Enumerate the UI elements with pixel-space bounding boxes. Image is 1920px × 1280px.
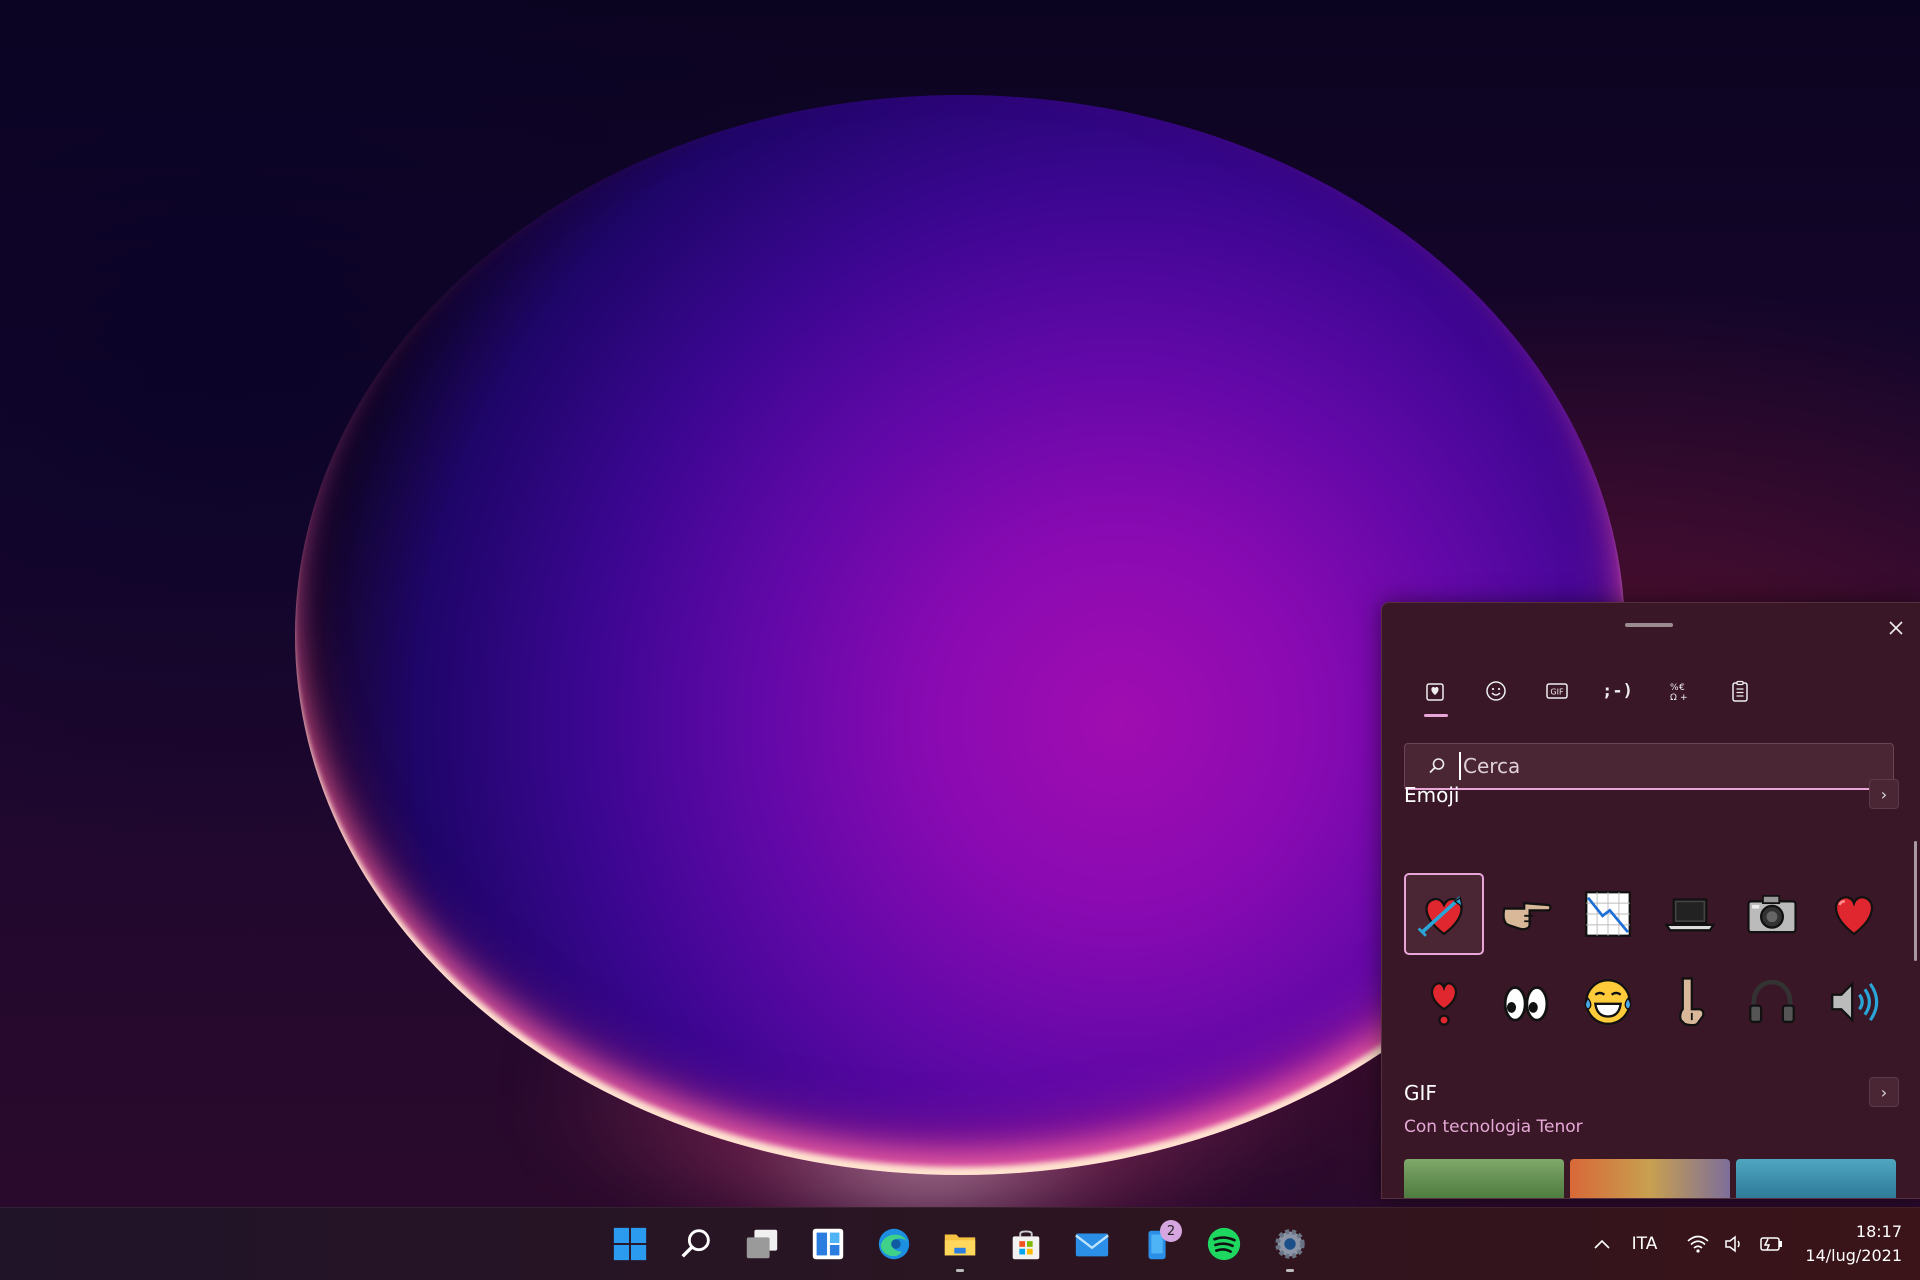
svg-text:%: % xyxy=(1670,683,1679,693)
chevron-right-icon: › xyxy=(1880,784,1888,804)
taskbar-task-view[interactable] xyxy=(736,1218,788,1270)
mail-icon xyxy=(1075,1233,1109,1257)
gif-icon: GIF xyxy=(1545,683,1568,699)
emoji-heart-arrow[interactable] xyxy=(1404,873,1484,955)
panel-scrollbar[interactable] xyxy=(1914,841,1917,961)
panel-tabs: GIF ;-) % € Ω + xyxy=(1404,669,1770,717)
taskbar-widgets[interactable] xyxy=(802,1218,854,1270)
taskbar-start[interactable] xyxy=(604,1218,656,1270)
battery-charging-icon xyxy=(1760,1237,1783,1251)
search-icon xyxy=(1429,758,1445,774)
tab-symbols[interactable]: % € Ω + xyxy=(1648,669,1709,713)
chevron-up-icon xyxy=(1594,1239,1610,1249)
taskbar-spotify[interactable] xyxy=(1198,1218,1250,1270)
close-icon xyxy=(1889,621,1903,635)
emoji-chart-decreasing[interactable] xyxy=(1568,873,1648,955)
network-status[interactable] xyxy=(1679,1234,1717,1254)
store-icon xyxy=(1012,1230,1040,1260)
emoji-red-heart[interactable] xyxy=(1814,873,1894,955)
gif-section-title: GIF xyxy=(1404,1081,1437,1105)
task-view-icon xyxy=(746,1229,778,1259)
svg-text:€: € xyxy=(1679,683,1685,693)
gif-thumbnail[interactable] xyxy=(1736,1159,1896,1198)
emoji-speaker-high-volume[interactable] xyxy=(1814,961,1894,1043)
input-language[interactable]: ITA xyxy=(1632,1234,1658,1254)
gif-thumbnail[interactable] xyxy=(1570,1159,1730,1198)
clock[interactable]: 18:17 14/lug/2021 xyxy=(1805,1220,1902,1268)
svg-text:+: + xyxy=(1680,693,1688,703)
battery-status[interactable] xyxy=(1751,1235,1789,1253)
close-button[interactable] xyxy=(1881,613,1911,643)
show-hidden-icons[interactable] xyxy=(1582,1238,1622,1250)
taskbar-edge[interactable] xyxy=(868,1218,920,1270)
emoji-tears-of-joy[interactable] xyxy=(1568,961,1648,1043)
emoji-panel: GIF ;-) %€Ω+ Emoji › xyxy=(1381,602,1920,1199)
taskbar: 2 ITA 18:17 14/lug/2021 xyxy=(0,1207,1920,1280)
gif-provider-label: Con tecnologia Tenor xyxy=(1404,1117,1583,1137)
emoji-pointing-down[interactable] xyxy=(1650,961,1730,1043)
notification-badge: 2 xyxy=(1160,1220,1182,1242)
emoji-grid xyxy=(1404,873,1894,1049)
chevron-right-icon: › xyxy=(1880,1082,1888,1102)
tab-gif[interactable]: GIF xyxy=(1526,669,1587,713)
wifi-icon xyxy=(1687,1235,1709,1253)
smiley-icon xyxy=(1485,681,1506,701)
volume-control[interactable] xyxy=(1717,1234,1751,1254)
taskbar-store[interactable] xyxy=(1000,1218,1052,1270)
emoji-heart-exclamation[interactable] xyxy=(1404,961,1484,1043)
emoji-section-title: Emoji xyxy=(1404,783,1460,807)
symbols-icon: % €Ω + xyxy=(1670,683,1688,703)
kaomoji-icon: ;-) xyxy=(1602,681,1633,701)
emoji-search-box[interactable] xyxy=(1404,743,1894,790)
clock-time: 18:17 xyxy=(1855,1222,1902,1241)
svg-text:GIF: GIF xyxy=(1550,688,1564,697)
taskbar-phone[interactable]: 2 xyxy=(1132,1218,1184,1270)
widgets-icon xyxy=(812,1228,844,1260)
taskbar-mail[interactable] xyxy=(1066,1218,1118,1270)
tab-clipboard[interactable] xyxy=(1709,669,1770,713)
search-icon xyxy=(681,1229,710,1258)
gif-thumbnails xyxy=(1404,1159,1896,1198)
running-indicator xyxy=(956,1269,964,1272)
tab-kaomoji[interactable]: ;-) xyxy=(1587,669,1648,713)
emoji-camera[interactable] xyxy=(1732,873,1812,955)
gear-icon xyxy=(1275,1229,1305,1259)
taskbar-file-explorer[interactable] xyxy=(934,1218,986,1272)
heart-clipboard-icon xyxy=(1425,683,1444,701)
windows-icon xyxy=(613,1227,647,1261)
tab-recent[interactable] xyxy=(1404,669,1465,717)
drag-handle[interactable] xyxy=(1625,623,1673,627)
emoji-headphones[interactable] xyxy=(1732,961,1812,1043)
emoji-pointing-right[interactable] xyxy=(1486,873,1566,955)
folder-icon xyxy=(944,1234,976,1256)
clipboard-icon xyxy=(1731,680,1748,702)
clock-date: 14/lug/2021 xyxy=(1805,1246,1902,1265)
taskbar-settings[interactable] xyxy=(1264,1218,1316,1272)
running-indicator xyxy=(1286,1269,1294,1272)
speaker-icon xyxy=(1725,1235,1741,1253)
taskbar-apps: 2 xyxy=(604,1218,1316,1272)
taskbar-search[interactable] xyxy=(670,1218,722,1270)
emoji-more-button[interactable]: › xyxy=(1869,779,1899,809)
emoji-laptop[interactable] xyxy=(1650,873,1730,955)
gif-more-button[interactable]: › xyxy=(1869,1077,1899,1107)
system-tray: ITA 18:17 14/lug/2021 xyxy=(1582,1208,1920,1280)
tab-emoji[interactable] xyxy=(1465,669,1526,713)
edge-icon xyxy=(878,1228,910,1260)
gif-thumbnail[interactable] xyxy=(1404,1159,1564,1198)
spotify-icon xyxy=(1207,1227,1241,1261)
svg-text:Ω: Ω xyxy=(1670,693,1677,703)
search-input[interactable] xyxy=(1459,752,1865,780)
emoji-eyes[interactable] xyxy=(1486,961,1566,1043)
